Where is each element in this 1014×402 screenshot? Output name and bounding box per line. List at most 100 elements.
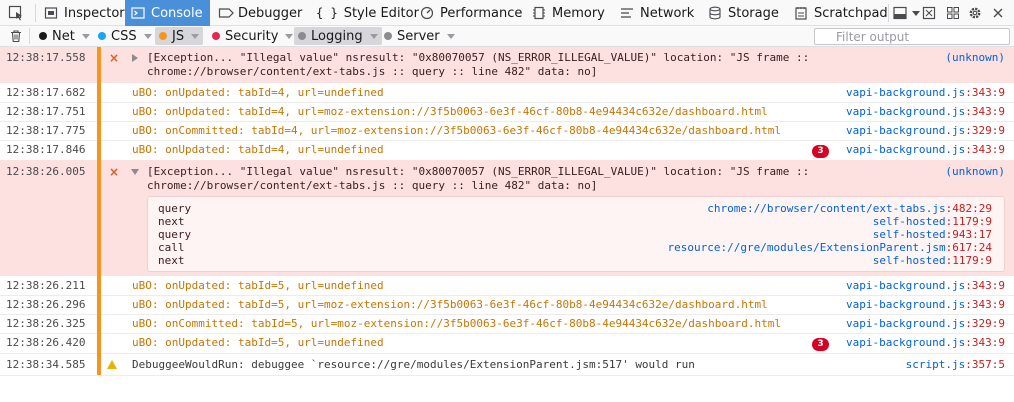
error-icon: × [109,165,120,179]
logging-dot-icon [298,32,306,40]
collapse-arrow-icon[interactable] [131,169,139,175]
filter-js-button[interactable]: JS [155,27,204,45]
js-dot-icon [159,32,167,40]
console-message-log[interactable]: 12:38:26.211 uBO: onUpdated: tabId=5, ur… [0,276,1014,295]
error-message-line1: [Exception... "Illegal value" nsresult: … [147,51,810,64]
message-source[interactable]: (unknown) [945,51,1005,64]
tab-inspector[interactable]: Inspector [42,0,125,26]
message-source[interactable]: vapi-background.js:343:9 [846,143,1005,156]
message-source[interactable]: vapi-background.js:343:9 [846,105,1005,118]
console-message-log[interactable]: 12:38:26.420 uBO: onUpdated: tabId=5, ur… [0,333,1014,353]
log-message: uBO: onUpdated: tabId=5, url=undefined [132,336,384,349]
chevron-down-icon [191,33,200,39]
message-source[interactable]: vapi-background.js:329:9 [846,317,1005,330]
message-source[interactable]: vapi-background.js:343:9 [846,336,1005,349]
memory-icon [532,6,546,20]
stack-frame[interactable]: call resource://gre/modules/ExtensionPar… [148,241,1004,254]
dock-layout-button[interactable] [893,0,913,26]
filter-output-input[interactable] [814,28,1010,45]
message-source[interactable]: vapi-background.js:343:9 [846,298,1005,311]
clear-console-button[interactable] [5,27,27,45]
tab-network[interactable]: Network [620,0,700,26]
console-message-log[interactable]: 12:38:26.325 uBO: onCommitted: tabId=5, … [0,314,1014,333]
stack-frame[interactable]: next self-hosted:1179:9 [148,215,1004,228]
stacktrace-panel: query chrome://browser/content/ext-tabs.… [147,196,1005,272]
tab-debugger[interactable]: Debugger [218,0,308,26]
frame-location: self-hosted:1179:9 [872,215,992,228]
filter-label: JS [172,28,185,44]
expand-arrow-icon[interactable] [132,54,138,62]
filter-label: CSS [111,28,137,44]
frame-location: self-hosted:1179:9 [872,254,992,267]
timestamp: 12:38:26.325 [6,317,86,330]
message-source[interactable]: script.js:357:5 [906,358,1005,371]
split-console-button[interactable] [922,0,940,26]
message-source[interactable]: vapi-background.js:343:9 [846,86,1005,99]
debugger-icon [218,6,234,20]
console-message-log[interactable]: 12:38:17.846 uBO: onUpdated: tabId=4, ur… [0,140,1014,160]
tab-memory[interactable]: Memory [532,0,610,26]
message-source[interactable]: (unknown) [945,165,1005,178]
message-source[interactable]: vapi-background.js:329:9 [846,124,1005,137]
timestamp: 12:38:17.846 [6,143,86,156]
warning-category-bar [97,353,101,375]
dock-dropdown[interactable] [912,0,920,26]
stack-frame[interactable]: query chrome://browser/content/ext-tabs.… [148,202,1004,215]
console-output: 12:38:17.558 × [Exception... "Illegal va… [0,47,1014,402]
repeat-count-badge: 3 [812,145,829,158]
console-message-log[interactable]: 12:38:17.751 uBO: onUpdated: tabId=4, ur… [0,102,1014,121]
error-message-line1: [Exception... "Illegal value" nsresult: … [147,165,810,178]
tab-storage[interactable]: Storage [708,0,784,26]
element-picker-button[interactable] [8,0,32,26]
console-message-warning[interactable]: 12:38:34.585 DebuggeeWouldRun: debuggee … [0,353,1014,375]
error-message-line2: chrome://browser/content/ext-tabs.js :: … [147,65,598,78]
tab-style-editor[interactable]: { } Style Editor [316,0,419,26]
devtools-menu-button[interactable] [946,0,964,26]
chevron-down-icon [446,33,455,39]
console-message-log[interactable]: 12:38:17.775 uBO: onCommitted: tabId=4, … [0,121,1014,140]
stack-frame[interactable]: query self-hosted:943:17 [148,228,1004,241]
filter-server-button[interactable]: Server [380,27,459,45]
tab-label: Scratchpad [814,5,888,21]
log-category-bar [97,333,101,353]
performance-icon [420,6,434,20]
timestamp: 12:38:17.751 [6,105,86,118]
log-message: uBO: onCommitted: tabId=4, url=moz-exten… [132,124,782,137]
tab-console[interactable]: Console [125,0,210,26]
frame-function: query [158,228,192,241]
filter-logging-button[interactable]: Logging [294,27,382,45]
inspector-icon [44,6,58,20]
console-message-error[interactable]: 12:38:17.558 × [Exception... "Illegal va… [0,47,1014,83]
error-category-bar [97,160,101,276]
split-console-icon [922,6,936,20]
chevron-down-icon [143,33,152,39]
gear-icon [969,7,981,19]
filter-label: Logging [311,28,363,44]
tab-label: Performance [440,5,523,21]
console-message-log[interactable]: 12:38:17.682 uBO: onUpdated: tabId=4, ur… [0,83,1014,102]
tab-label: Network [640,5,695,21]
console-filter-bar: Net CSS JS Security Logging Server [0,26,1014,47]
warning-message: DebuggeeWouldRun: debuggee `resource://g… [132,358,695,371]
security-dot-icon [212,32,220,40]
filter-security-button[interactable]: Security [208,27,297,45]
filter-css-button[interactable]: CSS [94,27,156,45]
message-source[interactable]: vapi-background.js:343:9 [846,279,1005,292]
frame-function: call [158,241,185,254]
settings-button[interactable] [968,0,986,26]
toolbar-separator [35,4,36,22]
tab-scratchpad[interactable]: Scratchpad [794,0,888,26]
chevron-down-icon [369,33,378,39]
filter-net-button[interactable]: Net [35,27,94,45]
tab-performance[interactable]: Performance [420,0,524,26]
console-message-log[interactable]: 12:38:26.296 uBO: onUpdated: tabId=5, ur… [0,295,1014,314]
log-message: uBO: onCommitted: tabId=5, url=moz-exten… [132,317,782,330]
stack-frame[interactable]: next self-hosted:1179:9 [148,254,1004,267]
timestamp: 12:38:26.296 [6,298,86,311]
timestamp: 12:38:17.558 [6,51,86,64]
filter-label: Server [397,28,440,44]
devtools-toolbar: Inspector Console Debugger { } Style Edi… [0,0,1014,26]
frame-location: resource://gre/modules/ExtensionParent.j… [667,241,992,254]
close-devtools-button[interactable] [992,0,1010,26]
toolbar-separator [888,4,889,22]
